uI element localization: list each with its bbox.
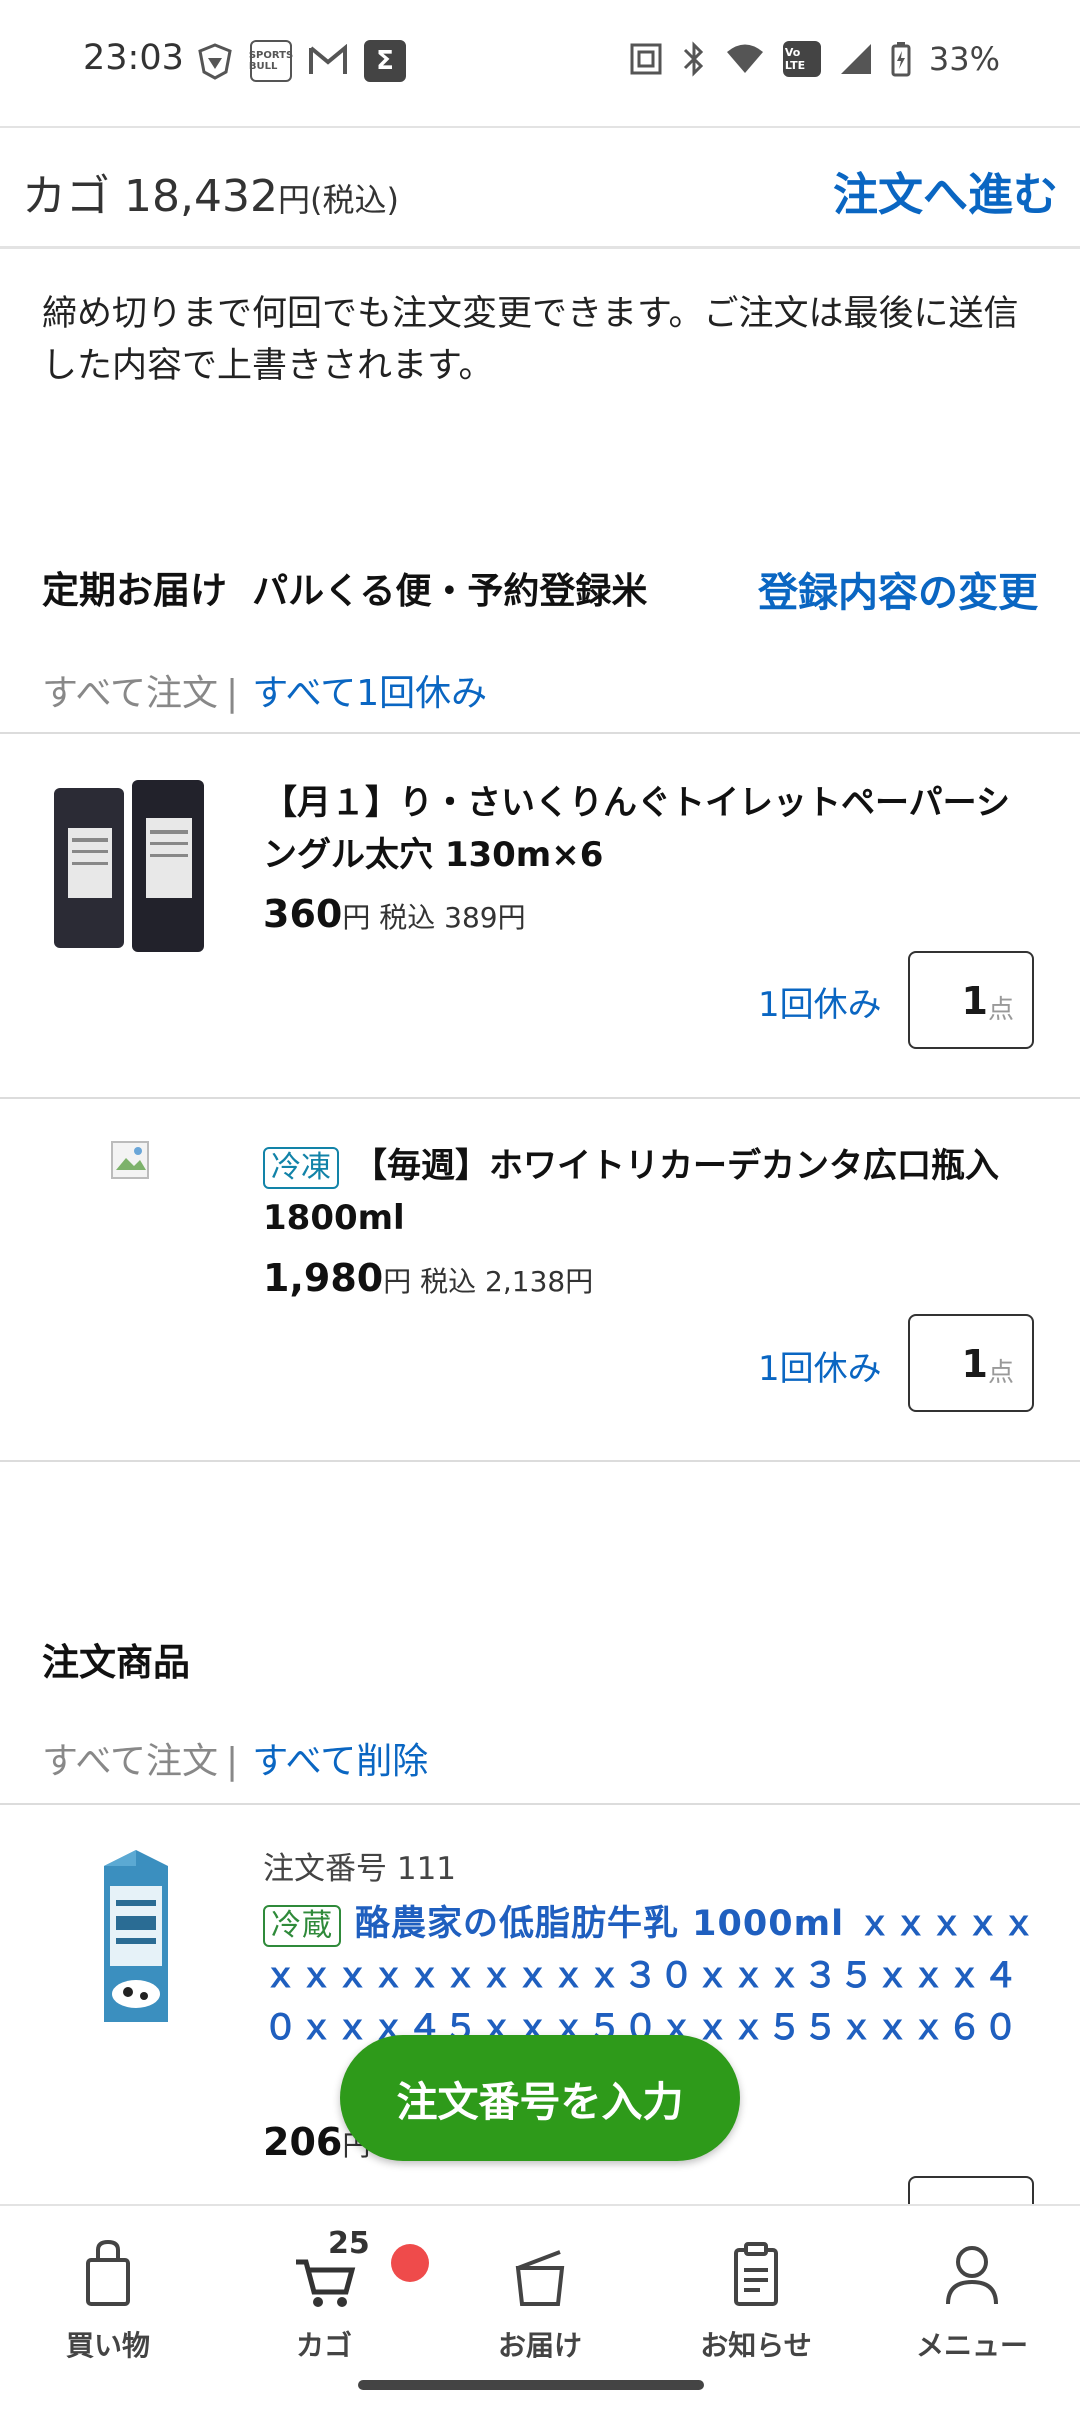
person-icon xyxy=(946,2246,998,2305)
product-image-milk[interactable] xyxy=(96,1846,176,2030)
section-subtitle: パルくる便・予約登録米 xyxy=(252,571,648,612)
bluetooth-icon xyxy=(683,41,703,77)
broken-image-icon xyxy=(110,1140,150,1184)
sportsbull-icon: SPORTS BULL xyxy=(249,40,293,82)
divider xyxy=(0,1097,1080,1099)
enter-order-number-button[interactable]: 注文番号を入力 xyxy=(340,2035,740,2161)
skip-once-button[interactable]: 1回休み xyxy=(758,1341,882,1390)
skip-all-once-link[interactable]: すべて1回休み xyxy=(252,673,487,714)
delete-all-link[interactable]: すべて削除 xyxy=(252,1741,428,1782)
notification-dot xyxy=(391,2244,429,2282)
order-items-actions: すべて注文 | すべて削除 xyxy=(42,1732,428,1784)
status-time: 23:03 xyxy=(83,38,184,78)
price-value: 1,980 xyxy=(263,1256,384,1300)
status-bar: 23:03 SPORTS BULL Σ Vo LTE 33% xyxy=(0,0,1080,126)
nfc-icon xyxy=(630,43,662,75)
item-title-link[interactable]: 冷蔵 酪農家の低脂肪牛乳 1000ml ｘｘｘｘｘｘｘｘｘｘｘｘｘｘｘ３０ｘｘｘ３… xyxy=(263,1898,1053,2054)
nav-label: お届け xyxy=(497,2329,582,2362)
frozen-badge: 冷凍 xyxy=(263,1147,339,1189)
gmail-icon xyxy=(309,44,347,74)
regular-delivery-actions: すべて注文 | すべて1回休み xyxy=(42,664,487,716)
section-title: 注文商品 xyxy=(42,1641,190,1684)
order-number-label: 注文番号 111 xyxy=(263,1851,457,1887)
battery-charging-icon xyxy=(891,42,911,77)
quantity-value: 1 xyxy=(961,1342,988,1386)
cart-currency: 円 xyxy=(277,181,310,219)
nav-label: お知らせ xyxy=(700,2329,812,2362)
divider xyxy=(0,1803,1080,1805)
price-yen: 円 xyxy=(383,1265,412,1298)
action-separator: | xyxy=(226,673,239,714)
quantity-unit: 点 xyxy=(987,995,1014,1025)
cart-label: カゴ xyxy=(22,171,110,222)
quantity-input[interactable]: 1 点 xyxy=(908,951,1034,1049)
deadline-notice: 締め切りまで何回でも注文変更できます。ご注文は最後に送信した内容で上書きされます… xyxy=(42,294,1019,386)
nav-label: メニュー xyxy=(915,2329,1028,2362)
price-yen: 円 xyxy=(342,901,371,934)
item-title[interactable]: 冷凍 【毎週】ホワイトリカーデカンタ広口瓶入 1800ml xyxy=(263,1140,1043,1244)
item-price: 360円 税込 389円 xyxy=(263,892,526,936)
item-title-text: 【毎週】ホワイトリカーデカンタ広口瓶入 1800ml xyxy=(263,1146,999,1238)
chilled-badge: 冷蔵 xyxy=(263,1905,341,1947)
sigma-icon: Σ xyxy=(364,40,406,82)
price-value: 206 xyxy=(263,2120,343,2164)
cart-total: カゴ 18,432円(税込) xyxy=(22,160,399,224)
order-all-link[interactable]: すべて注文 xyxy=(42,673,218,714)
divider xyxy=(0,732,1080,734)
section-title: 定期お届け xyxy=(42,569,227,612)
price-value: 360 xyxy=(263,892,343,936)
tax-price: 389円 xyxy=(444,901,526,934)
divider xyxy=(0,1460,1080,1462)
tax-price: 2,138円 xyxy=(485,1265,594,1298)
delivery-box-icon xyxy=(515,2250,565,2306)
cart-count-badge: 25 xyxy=(328,2226,370,2261)
skip-once-button[interactable]: 1回休み xyxy=(758,977,882,1026)
home-indicator[interactable] xyxy=(358,2380,704,2390)
notice-clipboard-icon xyxy=(734,2242,778,2306)
volte-icon: Vo LTE xyxy=(782,41,821,77)
tax-label: 税込 xyxy=(420,1265,477,1298)
order-items-header: 注文商品 xyxy=(42,1632,1042,1686)
signal-icon xyxy=(840,44,871,74)
shopping-bag-icon xyxy=(86,2239,130,2306)
cart-header: カゴ 18,432円(税込) 注文へ進む xyxy=(0,126,1080,249)
quantity-unit: 点 xyxy=(987,1358,1014,1388)
quantity-input[interactable]: 1 点 xyxy=(908,1314,1034,1412)
proceed-to-order-button[interactable]: 注文へ進む xyxy=(833,158,1058,223)
vpn-shield-icon xyxy=(198,43,232,80)
item-title[interactable]: 【月１】り・さいくりんぐトイレットペーパーシングル太穴 130m×6 xyxy=(263,777,1043,881)
regular-delivery-header: 定期お届け パルくる便・予約登録米 登録内容の変更 xyxy=(42,560,1042,616)
item-title-text: 酪農家の低脂肪牛乳 1000ml ｘｘｘｘｘｘｘｘｘｘｘｘｘｘｘ３０ｘｘｘ３５ｘ… xyxy=(263,1904,1038,2048)
action-separator: | xyxy=(226,1741,239,1782)
nav-label: カゴ xyxy=(295,2329,352,2362)
tax-label: 税込 xyxy=(379,901,436,934)
battery-percent: 33% xyxy=(928,40,1000,78)
cart-amount: 18,432 xyxy=(124,171,278,222)
cart-tax-note: (税込) xyxy=(309,181,399,219)
status-icons-left: SPORTS BULL Σ xyxy=(196,40,406,82)
status-icons-right: Vo LTE 33% xyxy=(629,40,1000,78)
order-all-link[interactable]: すべて注文 xyxy=(42,1741,218,1782)
quantity-value: 1 xyxy=(961,979,988,1023)
nav-label: 買い物 xyxy=(65,2329,150,2362)
item-price: 1,980円 税込 2,138円 xyxy=(263,1256,593,1300)
wifi-icon xyxy=(726,44,763,73)
product-image-toilet-paper[interactable] xyxy=(52,778,208,962)
change-registration-link[interactable]: 登録内容の変更 xyxy=(758,560,1038,618)
